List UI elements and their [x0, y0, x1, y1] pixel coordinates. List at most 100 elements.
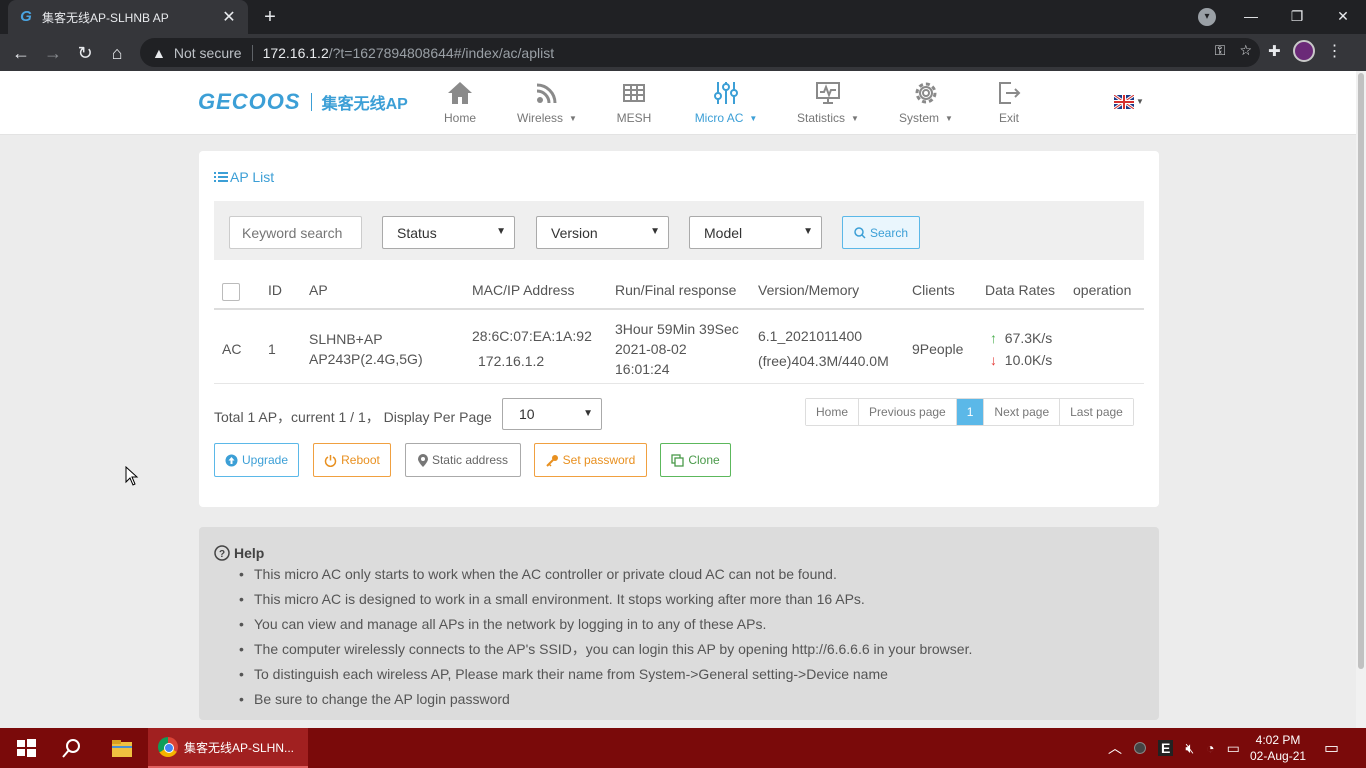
row-ip: 172.16.1.2	[478, 353, 545, 369]
row-run-time: 3Hour 59Min 39Sec	[615, 321, 739, 337]
page-home[interactable]: Home	[806, 399, 860, 425]
browser-tab[interactable]: G 集客无线AP-SLHNB AP ✕	[8, 0, 248, 34]
system-tray: ︿ E 🔇︎ ◔ ▭	[1108, 738, 1240, 758]
scrollbar-thumb[interactable]	[1358, 73, 1364, 669]
clock-time: 4:02 PM	[1255, 733, 1301, 747]
nav-micro-ac[interactable]: Micro AC ▼	[690, 79, 762, 131]
search-icon	[854, 226, 866, 239]
version-select[interactable]: Version ▼	[536, 216, 669, 249]
not-secure-label[interactable]: Not secure	[174, 45, 242, 61]
taskbar-clock[interactable]: 4:02 PM 02-Aug-21	[1250, 732, 1306, 764]
select-all-checkbox[interactable]	[222, 283, 240, 301]
minimize-button[interactable]: —	[1228, 0, 1274, 34]
puzzle-icon[interactable]: ✚	[1268, 42, 1281, 60]
input-method-indicator[interactable]: E	[1158, 740, 1174, 756]
search-icon[interactable]	[60, 736, 84, 760]
page-last[interactable]: Last page	[1060, 399, 1133, 425]
help-item: This micro AC only starts to work when t…	[239, 567, 972, 592]
uk-flag-icon[interactable]	[1114, 95, 1134, 109]
logo-text-en: GECOOS	[198, 89, 301, 114]
more-menu-icon[interactable]: ⋮	[1327, 41, 1343, 61]
taskbar-chrome-title: 集客无线AP-SLHN...	[184, 740, 295, 755]
profile-avatar[interactable]	[1292, 40, 1315, 62]
omnibox-actions: ⚿ ☆	[1215, 42, 1252, 59]
chevron-up-icon[interactable]: ︿	[1108, 738, 1122, 758]
rate-up-value: 67.3K/s	[1004, 330, 1053, 346]
search-button-label: Search	[869, 225, 909, 240]
back-button[interactable]: ←	[8, 40, 34, 66]
address-bar[interactable]: ▲ Not secure 172.16.1.2 /?t=162789480864…	[140, 38, 1260, 67]
window-close-button[interactable]: ✕	[1320, 0, 1366, 34]
nav-mesh[interactable]: MESH	[614, 79, 654, 131]
monitor-icon	[816, 82, 840, 104]
nav-statistics-label: Statistics	[797, 111, 846, 125]
wifi-icon[interactable]: ◔	[1206, 740, 1214, 756]
clone-button[interactable]: Clone	[660, 443, 731, 477]
row-clients: 9People	[912, 341, 964, 357]
upgrade-button[interactable]: Upgrade	[214, 443, 299, 477]
page-scrollbar[interactable]	[1356, 71, 1366, 728]
table-row[interactable]: AC 1 SLHNB+AP AP243P(2.4G,5G) 28:6C:07:E…	[214, 312, 1144, 384]
model-select[interactable]: Model ▼	[689, 216, 822, 249]
notification-icon[interactable]: ▭	[1324, 738, 1339, 758]
row-rate-up: ↑ 67.3K/s	[990, 328, 1052, 348]
arrow-down-icon: ↓	[990, 352, 997, 368]
browser-toolbar: ← → ↻ ⌂ ▲ Not secure 172.16.1.2 /?t=1627…	[0, 34, 1366, 71]
table-header: ID AP MAC/IP Address Run/Final response …	[214, 270, 1144, 310]
page-current[interactable]: 1	[956, 399, 985, 425]
new-tab-button[interactable]: +	[258, 6, 282, 28]
nav-statistics[interactable]: Statistics ▼	[792, 79, 864, 131]
nav-home-label: Home	[443, 111, 476, 125]
tab-search-icon[interactable]: ▾	[1198, 8, 1216, 26]
row-run-clock: 16:01:24	[615, 361, 670, 377]
record-icon[interactable]	[1134, 742, 1146, 754]
app-header: GECOOS 集客无线AP Home Wireless ▼ MESH Micro…	[0, 71, 1356, 135]
reload-button[interactable]: ↻	[72, 40, 98, 66]
static-address-button[interactable]: Static address	[405, 443, 521, 477]
file-explorer-icon[interactable]	[110, 736, 134, 760]
upgrade-label: Upgrade	[241, 453, 289, 467]
list-icon	[214, 172, 228, 182]
language-chevron-icon[interactable]: ▼	[1136, 97, 1144, 106]
nav-micro-ac-label: Micro AC	[694, 111, 744, 125]
chevron-down-icon: ▼	[650, 226, 660, 237]
restore-button[interactable]: ❐	[1274, 0, 1320, 34]
pager-info: Total 1 AP，current 1 / 1， Display Per Pa…	[214, 409, 492, 425]
taskbar-chrome-window[interactable]: 集客无线AP-SLHN...	[148, 728, 308, 768]
nav-system[interactable]: System ▼	[894, 79, 958, 131]
browser-tab-strip: G 集客无线AP-SLHNB AP ✕ + ▾ — ❐ ✕	[0, 0, 1366, 34]
nav-home[interactable]: Home	[440, 79, 480, 131]
status-select[interactable]: Status ▼	[382, 216, 515, 249]
chevron-down-icon: ▼	[945, 114, 953, 124]
close-icon[interactable]: ✕	[220, 7, 238, 27]
home-button[interactable]: ⌂	[104, 40, 130, 66]
nav-exit[interactable]: Exit	[992, 79, 1026, 131]
rate-down-value: 10.0K/s	[1004, 352, 1053, 368]
chevron-down-icon: ▼	[749, 114, 758, 124]
keyword-search-input[interactable]	[229, 216, 362, 249]
help-item: To distinguish each wireless AP, Please …	[239, 667, 972, 692]
nav-wireless[interactable]: Wireless ▼	[512, 79, 582, 131]
brand-logo[interactable]: GECOOS 集客无线AP	[198, 89, 408, 115]
page-previous[interactable]: Previous page	[859, 399, 957, 425]
chrome-icon	[158, 737, 178, 757]
url-host: 172.16.1.2	[262, 44, 329, 61]
battery-icon[interactable]: ▭	[1227, 740, 1240, 757]
logo-text-cn: 集客无线AP	[321, 96, 408, 113]
page-next[interactable]: Next page	[984, 399, 1061, 425]
per-page-select[interactable]: 10 ▼	[502, 398, 602, 430]
chevron-down-icon: ▼	[496, 226, 506, 237]
help-list: This micro AC only starts to work when t…	[239, 567, 972, 717]
forward-button[interactable]: →	[40, 40, 66, 66]
upload-icon	[225, 454, 238, 466]
col-mac-ip: MAC/IP Address	[472, 282, 575, 298]
reboot-button[interactable]: Reboot	[313, 443, 391, 477]
star-icon[interactable]: ☆	[1239, 42, 1252, 59]
windows-start-icon[interactable]	[14, 736, 38, 760]
url-path: /?t=1627894808644#/index/ac/aplist	[328, 44, 555, 61]
set-password-button[interactable]: Set password	[534, 443, 647, 477]
search-button[interactable]: Search	[842, 216, 920, 249]
volume-muted-icon[interactable]: 🔇︎	[1185, 740, 1194, 757]
row-mac: 28:6C:07:EA:1A:92	[472, 328, 592, 344]
key-icon[interactable]: ⚿	[1215, 42, 1226, 59]
